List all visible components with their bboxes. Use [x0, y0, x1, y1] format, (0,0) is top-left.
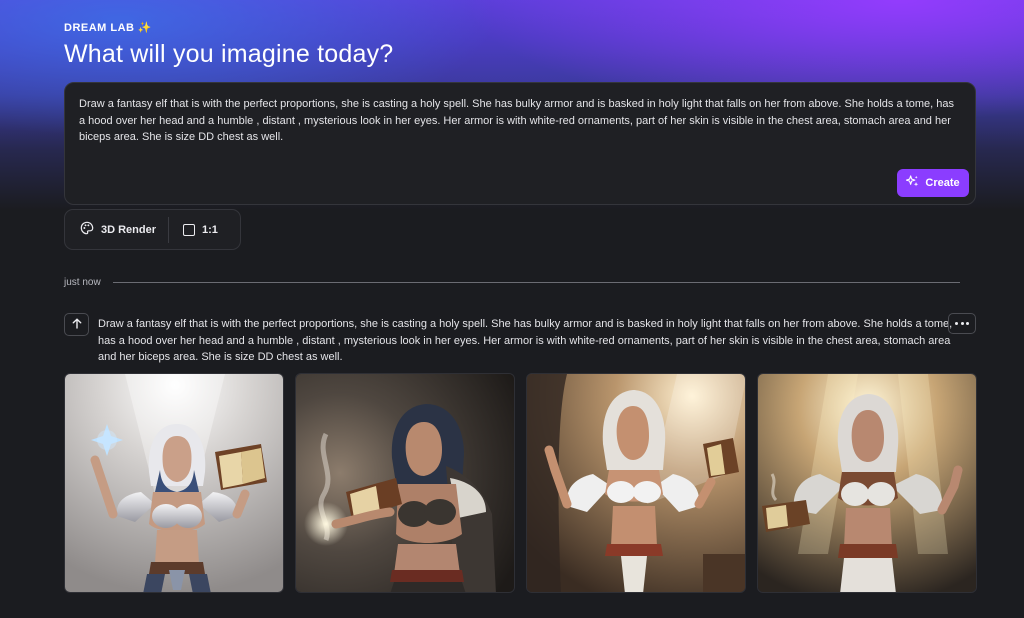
page-title: What will you imagine today?: [64, 40, 394, 68]
style-label: 3D Render: [101, 223, 157, 236]
more-options-button[interactable]: [948, 313, 976, 334]
aspect-ratio-selector[interactable]: 1:1: [169, 210, 218, 249]
prompt-input[interactable]: Draw a fantasy elf that is with the perf…: [79, 96, 959, 146]
magic-sparkle-icon: [906, 175, 919, 191]
style-selector[interactable]: 3D Render: [65, 210, 168, 249]
generated-image-2[interactable]: [295, 373, 515, 593]
palette-icon: [80, 221, 94, 238]
create-button-label: Create: [925, 177, 960, 189]
generated-image-4[interactable]: [757, 373, 977, 593]
timestamp: just now: [64, 276, 101, 288]
more-dots-icon: [955, 322, 969, 325]
prompt-input-box[interactable]: Draw a fantasy elf that is with the perf…: [64, 82, 976, 205]
generated-image-3[interactable]: [526, 373, 746, 593]
square-icon: [183, 223, 195, 236]
ratio-label: 1:1: [202, 223, 218, 236]
reuse-prompt-button[interactable]: [64, 313, 89, 336]
brand-text: DREAM LAB: [64, 22, 135, 34]
generation-options: 3D Render 1:1: [64, 209, 241, 250]
arrow-up-icon: [72, 316, 82, 334]
brand-label: DREAM LAB ✨: [64, 21, 152, 34]
history-separator: just now: [64, 275, 960, 289]
result-prompt-text: Draw a fantasy elf that is with the perf…: [98, 318, 953, 363]
divider-line: [112, 281, 960, 283]
create-button[interactable]: Create: [897, 169, 969, 197]
sparkle-icon: ✨: [137, 22, 152, 34]
generated-image-1[interactable]: [64, 373, 284, 593]
